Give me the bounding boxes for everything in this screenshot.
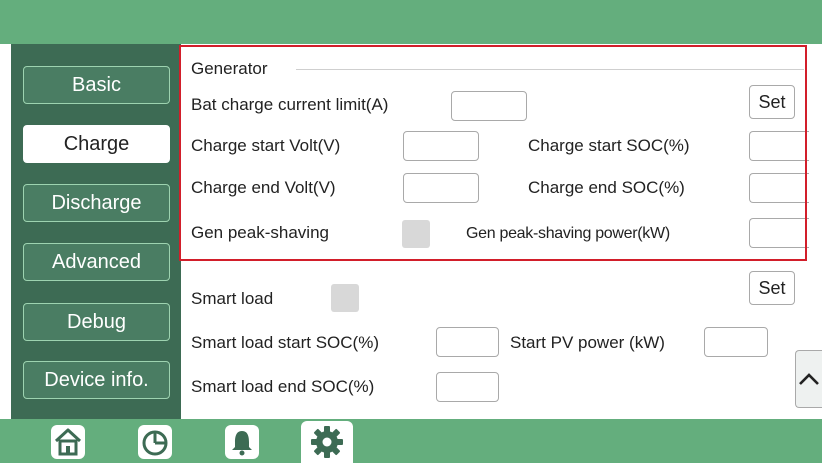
settings-nav-button[interactable] (301, 421, 353, 463)
scroll-up-button[interactable] (795, 350, 822, 408)
chevron-up-icon (799, 373, 819, 385)
home-icon (51, 425, 85, 459)
sidebar-item-discharge[interactable]: Discharge (23, 184, 170, 222)
home-nav-button[interactable] (43, 421, 93, 463)
chart-icon (138, 425, 172, 459)
generator-highlight-box (179, 45, 807, 261)
smart-load-start-soc-label: Smart load start SOC(%) (191, 333, 379, 352)
sidebar-item-basic[interactable]: Basic (23, 66, 170, 104)
sidebar-item-debug[interactable]: Debug (23, 303, 170, 341)
sidebar-item-charge[interactable]: Charge (23, 125, 170, 163)
bottom-nav-bar (0, 419, 822, 463)
smart-load-label: Smart load (191, 289, 274, 308)
bell-icon (225, 425, 259, 459)
sidebar: Basic Charge Discharge Advanced Debug De… (11, 44, 181, 419)
start-pv-power-input[interactable] (704, 327, 768, 357)
sidebar-item-device-info[interactable]: Device info. (23, 361, 170, 399)
smart-load-checkbox[interactable] (331, 284, 359, 312)
top-bar (0, 0, 822, 44)
smart-load-start-soc-input[interactable] (436, 327, 499, 357)
smart-load-end-soc-input[interactable] (436, 372, 499, 402)
smart-load-set-button[interactable]: Set (749, 271, 795, 305)
alerts-nav-button[interactable] (217, 421, 267, 463)
sidebar-item-advanced[interactable]: Advanced (23, 243, 170, 281)
gear-icon (311, 426, 343, 458)
smart-load-end-soc-label: Smart load end SOC(%) (191, 377, 375, 396)
start-pv-power-label: Start PV power (kW) (510, 333, 665, 352)
statistics-nav-button[interactable] (130, 421, 180, 463)
